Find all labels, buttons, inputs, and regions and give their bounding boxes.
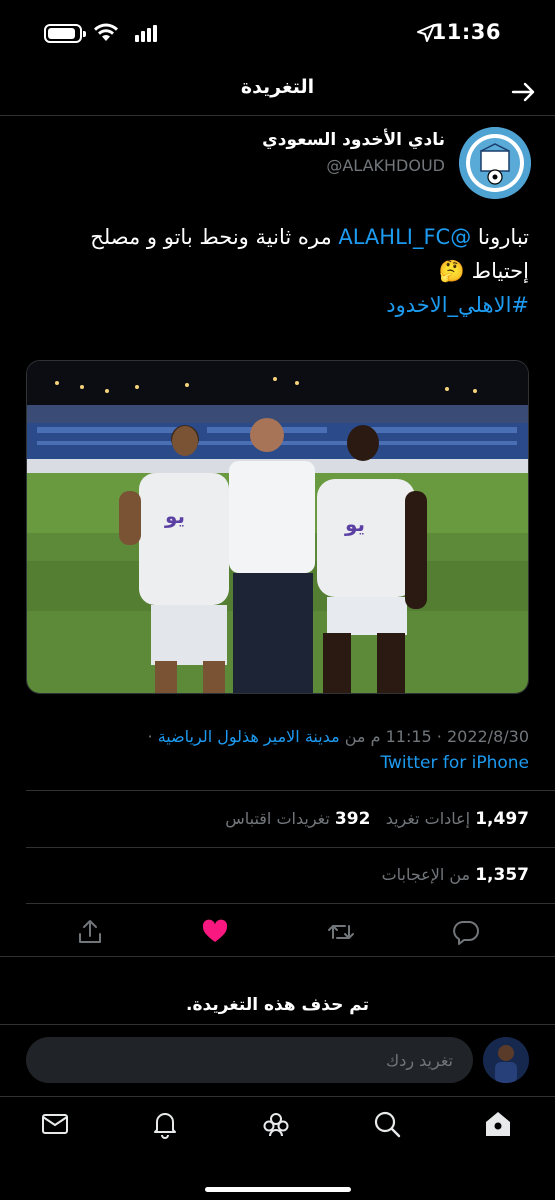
svg-text:يو: يو	[344, 512, 365, 536]
top-bar: التغريدة	[0, 66, 555, 116]
home-icon[interactable]	[483, 1109, 513, 1139]
divider	[26, 847, 555, 848]
status-time: 11:36	[431, 20, 501, 44]
back-arrow-icon[interactable]	[509, 78, 537, 106]
tweet-text-part1: تبارونا	[471, 225, 529, 249]
tweet-time: 11:15 م	[370, 727, 432, 746]
retweet-icon[interactable]	[327, 918, 355, 946]
deleted-tweet-notice: تم حذف هذه التغريدة.	[186, 995, 369, 1015]
mention-link[interactable]: @ALAHLI_FC	[338, 225, 471, 249]
battery-icon	[44, 24, 86, 43]
reply-icon[interactable]	[452, 918, 480, 946]
likes-label: من الإعجابات	[381, 865, 471, 884]
heart-icon[interactable]	[201, 918, 229, 946]
communities-icon[interactable]	[261, 1109, 291, 1139]
status-bar: 11:36	[0, 0, 555, 66]
retweet-stats[interactable]: 1,497 إعادات تغريد 392 تغريدات اقتباس	[225, 809, 529, 829]
svg-text:يو: يو	[164, 504, 185, 528]
hashtag-link[interactable]: #الاهلي_الاخدود	[386, 293, 529, 317]
user-handle[interactable]: @ALAKHDOUD	[326, 156, 445, 175]
retweets-label: إعادات تغريد	[385, 809, 471, 828]
display-name[interactable]: نادي الأخدود السعودي	[262, 130, 445, 150]
quotes-count: 392	[334, 809, 371, 829]
page-title: التغريدة	[240, 76, 315, 98]
notifications-icon[interactable]	[150, 1109, 180, 1139]
like-stats[interactable]: 1,357 من الإعجابات	[382, 865, 529, 885]
tweet-header: نادي الأخدود السعودي @ALAKHDOUD	[0, 116, 555, 200]
quotes-label: تغريدات اقتباس	[225, 809, 330, 828]
location-link[interactable]: مدينة الامير هذلول الرياضية	[158, 727, 340, 746]
tweet-meta: 2022/8/30 · 11:15 م من مدينة الامير هذلو…	[147, 727, 529, 746]
tab-bar	[0, 1096, 555, 1200]
my-avatar[interactable]	[483, 1037, 529, 1083]
retweets-count: 1,497	[475, 809, 529, 829]
likes-count: 1,357	[475, 865, 529, 885]
club-logo-icon	[459, 127, 531, 199]
messages-icon[interactable]	[40, 1109, 70, 1139]
tweet-actions	[0, 908, 555, 954]
home-indicator	[205, 1187, 351, 1192]
divider	[0, 956, 555, 957]
tweet-text: تبارونا @ALAHLI_FC مره ثانية ونحط باتو و…	[29, 220, 529, 322]
reply-input[interactable]	[26, 1037, 473, 1083]
reply-bar	[0, 1024, 555, 1096]
tweet-date: 2022/8/30	[446, 727, 529, 746]
wifi-icon	[94, 23, 118, 41]
tweet-photo[interactable]: يو يو	[26, 360, 529, 694]
search-icon[interactable]	[372, 1109, 402, 1139]
tweet-source[interactable]: Twitter for iPhone	[380, 753, 529, 773]
location-prefix: من	[344, 727, 366, 746]
divider	[26, 903, 555, 904]
share-icon[interactable]	[76, 918, 104, 946]
club-avatar[interactable]	[459, 127, 531, 199]
cellular-signal-icon	[135, 25, 157, 42]
divider	[26, 790, 555, 791]
